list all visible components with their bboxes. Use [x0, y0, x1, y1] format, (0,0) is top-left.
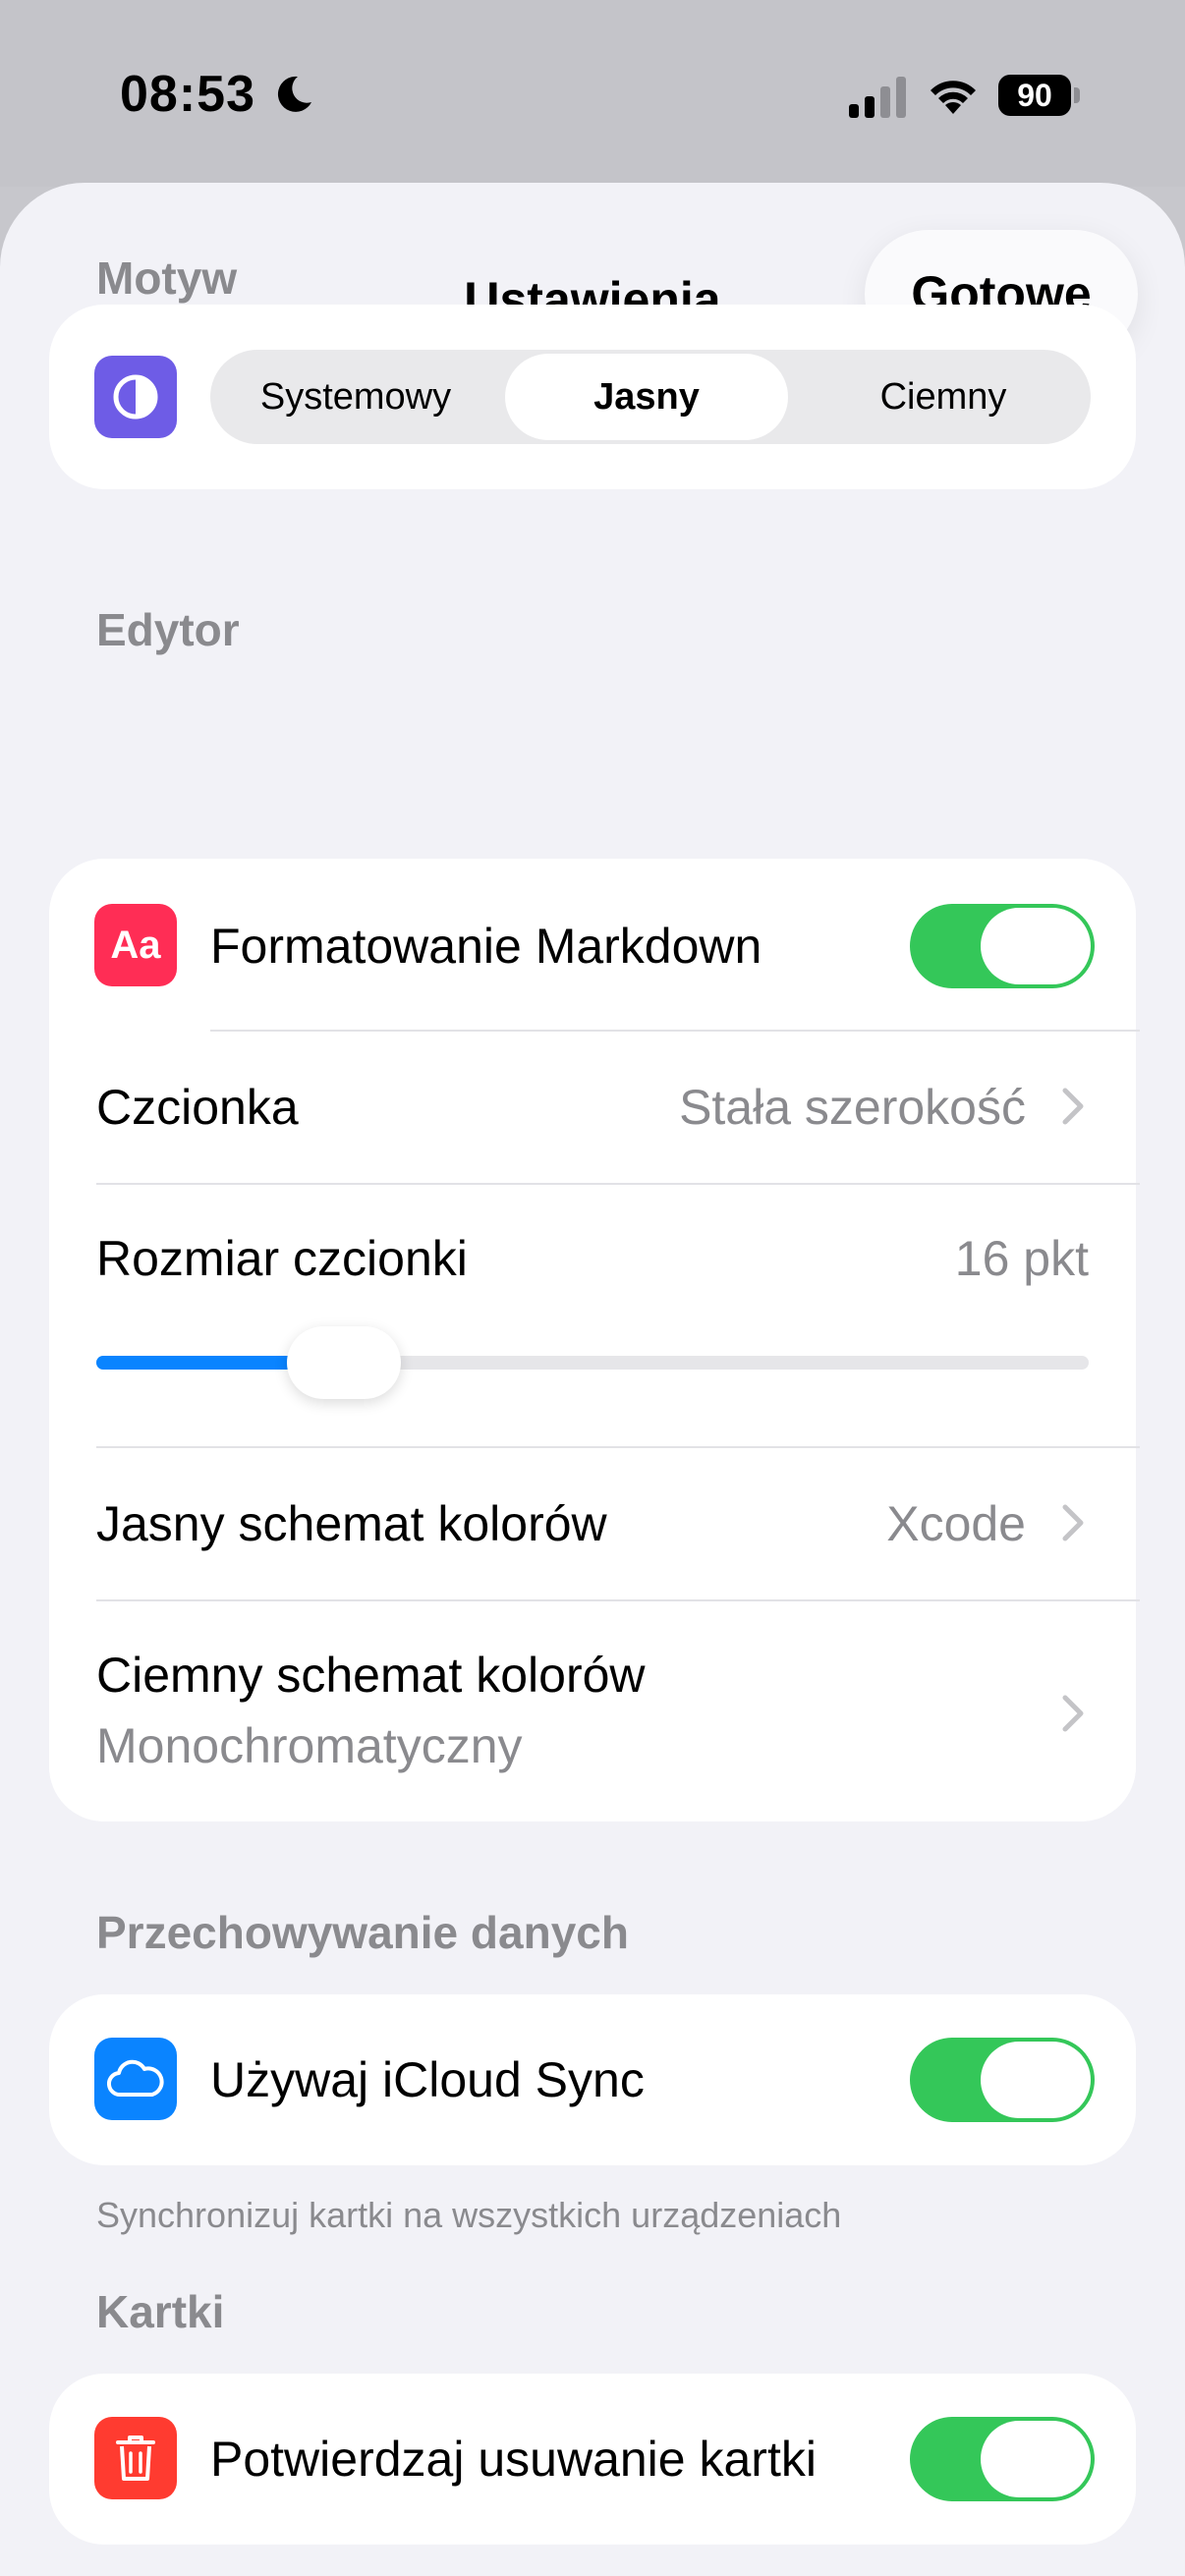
theme-option-light[interactable]: Jasny: [505, 354, 788, 440]
contrast-icon: [94, 356, 177, 438]
chevron-right-icon: [1062, 1695, 1084, 1732]
section-header-editor: Edytor: [96, 604, 240, 655]
moon-icon: [277, 76, 311, 112]
chevron-right-icon: [1062, 1088, 1084, 1125]
status-time: 08:53: [120, 66, 255, 123]
confirm-delete-label: Potwierdzaj usuwanie kartki: [210, 2432, 817, 2487]
font-label: Czcionka: [96, 1080, 299, 1135]
status-bar: 08:53 90: [0, 0, 1185, 187]
divider: [96, 1183, 1140, 1185]
light-scheme-label: Jasny schemat kolorów: [96, 1496, 607, 1551]
light-scheme-value: Xcode: [886, 1496, 1026, 1551]
chevron-right-icon: [1062, 1504, 1084, 1541]
divider: [210, 1030, 1140, 1032]
markdown-icon: Aa: [94, 904, 177, 986]
icloud-label: Używaj iCloud Sync: [210, 2052, 645, 2107]
trash-icon: [94, 2417, 177, 2499]
divider: [96, 1446, 1140, 1448]
confirm-delete-toggle[interactable]: [910, 2417, 1095, 2501]
toggle-knob: [981, 2042, 1091, 2118]
markdown-label: Formatowanie Markdown: [210, 919, 762, 974]
wifi-icon: [931, 81, 976, 114]
toggle-knob: [981, 2421, 1091, 2497]
section-header-storage: Przechowywanie danych: [96, 1907, 629, 1958]
theme-card: Systemowy Jasny Ciemny: [49, 305, 1136, 489]
font-value: Stała szerokość: [679, 1080, 1026, 1135]
icloud-footer-note: Synchronizuj kartki na wszystkich urządz…: [96, 2195, 842, 2235]
battery-level: 90: [1017, 77, 1052, 113]
font-size-slider-thumb[interactable]: [287, 1326, 402, 1399]
cloud-icon: [94, 2038, 177, 2120]
battery-icon: 90: [998, 75, 1071, 116]
theme-option-system[interactable]: Systemowy: [210, 350, 501, 444]
icloud-toggle[interactable]: [910, 2038, 1095, 2122]
toggle-knob: [981, 908, 1091, 984]
cards-card: Potwierdzaj usuwanie kartki: [49, 2374, 1136, 2545]
dark-scheme-label: Ciemny schemat kolorów: [96, 1648, 646, 1703]
battery-tip: [1074, 87, 1080, 103]
editor-card-content: Aa Formatowanie Markdown Czcionka Stała …: [49, 861, 1140, 1821]
section-header-cards: Kartki: [96, 2286, 225, 2337]
divider: [96, 1599, 1140, 1601]
theme-option-dark[interactable]: Ciemny: [796, 350, 1091, 444]
font-size-value: 16 pkt: [954, 1231, 1089, 1286]
markdown-toggle[interactable]: [910, 904, 1095, 988]
dark-scheme-value: Monochromatyczny: [96, 1718, 523, 1773]
font-size-label: Rozmiar czcionki: [96, 1231, 468, 1286]
storage-card: Używaj iCloud Sync: [49, 1994, 1136, 2165]
theme-segmented-control: Systemowy Jasny Ciemny: [210, 350, 1091, 444]
font-size-slider-track[interactable]: [96, 1356, 1089, 1370]
cellular-signal-icon: [849, 77, 906, 118]
section-header-theme: Motyw: [96, 252, 238, 304]
